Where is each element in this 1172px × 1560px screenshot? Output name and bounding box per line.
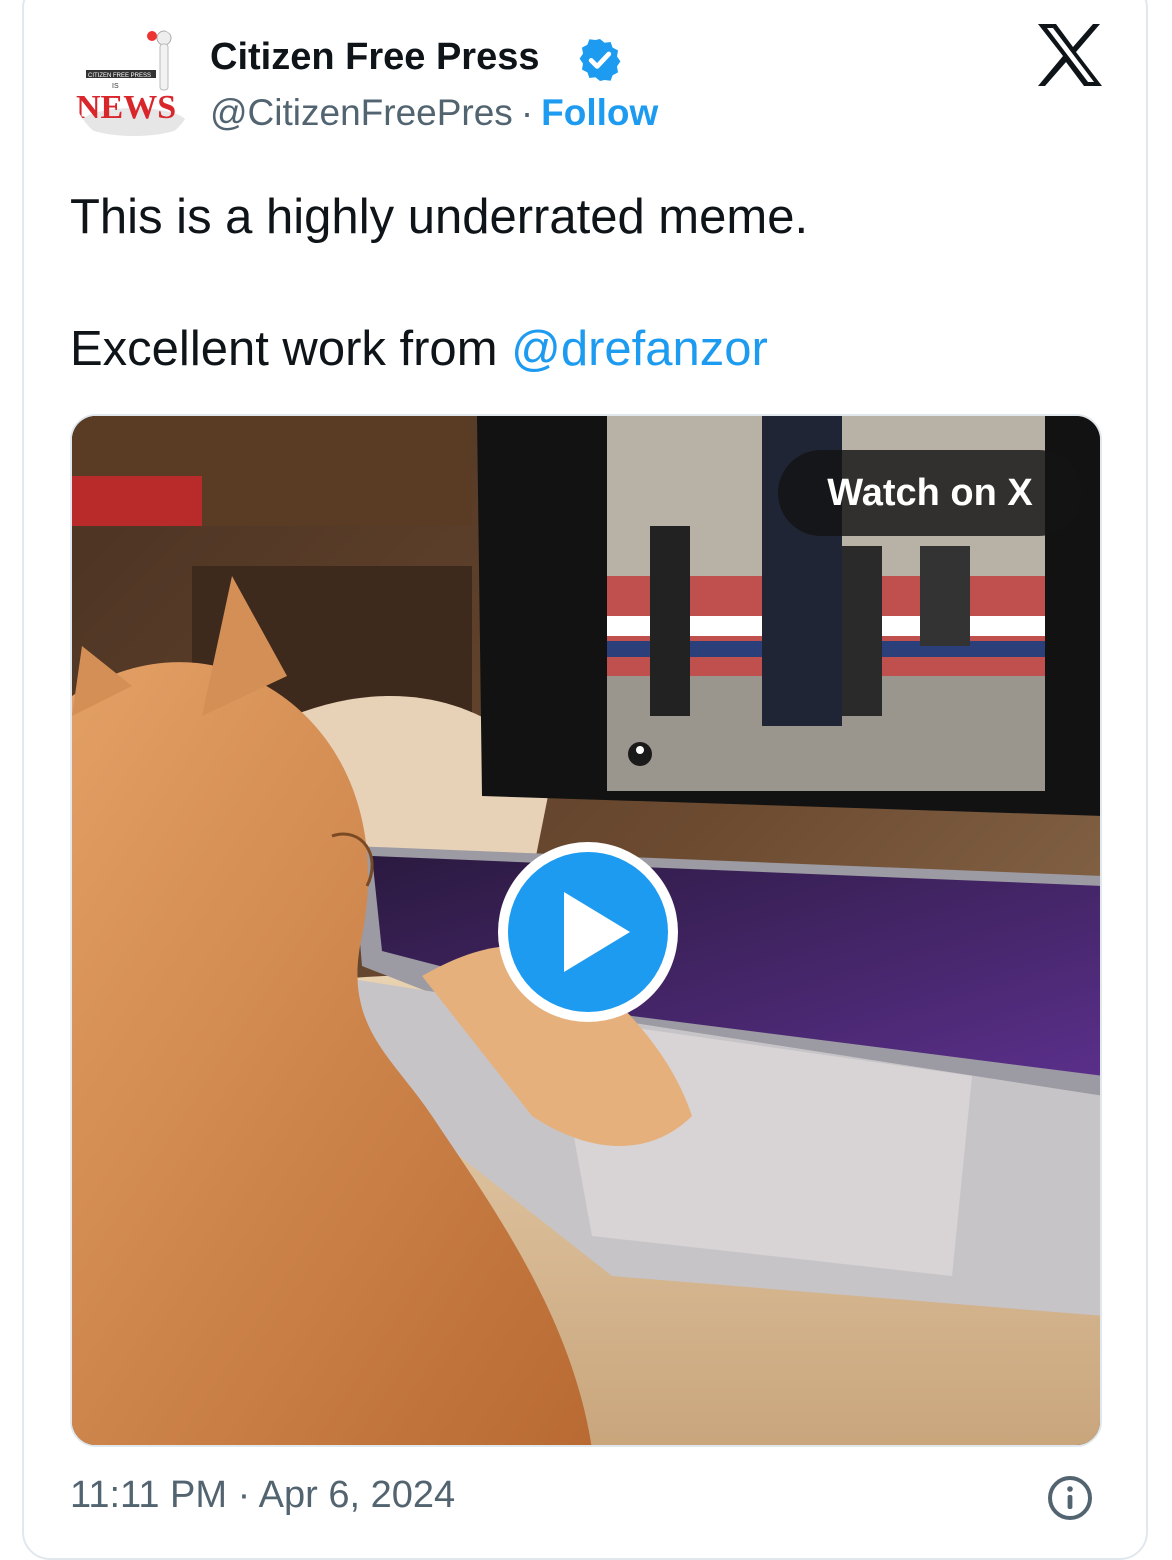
play-button-circle bbox=[508, 852, 668, 1012]
tweet-text-prefix: Excellent work from bbox=[70, 322, 512, 376]
play-icon bbox=[564, 892, 630, 972]
author-name[interactable]: Citizen Free Press bbox=[210, 36, 539, 79]
tweet-text-line1: This is a highly underrated meme. bbox=[70, 190, 809, 244]
author-handle[interactable]: @CitizenFreePres bbox=[210, 92, 513, 133]
svg-text:CITIZEN FREE PRESS: CITIZEN FREE PRESS bbox=[88, 73, 151, 79]
citizen-free-press-logo: CITIZEN FREE PRESS IS NEWS bbox=[72, 22, 196, 146]
follow-button[interactable]: Follow bbox=[541, 92, 658, 133]
verified-badge-icon bbox=[579, 39, 621, 81]
author-handle-row: @CitizenFreePres · Follow bbox=[210, 92, 658, 134]
svg-text:NEWS: NEWS bbox=[76, 89, 176, 126]
play-button[interactable] bbox=[498, 842, 678, 1022]
tweet-text-line2: Excellent work from @drefanzor bbox=[70, 318, 768, 380]
tweet-timestamp[interactable]: 11:11 PM · Apr 6, 2024 bbox=[70, 1474, 455, 1517]
mention-link[interactable]: @drefanzor bbox=[511, 322, 768, 376]
x-logo-icon[interactable] bbox=[1036, 24, 1102, 86]
info-icon[interactable] bbox=[1046, 1474, 1094, 1522]
watch-on-x-button[interactable]: Watch on X bbox=[778, 450, 1082, 536]
separator-dot: · bbox=[520, 92, 534, 133]
video-media[interactable]: Watch on X bbox=[70, 414, 1102, 1447]
author-avatar[interactable]: CITIZEN FREE PRESS IS NEWS bbox=[72, 22, 196, 146]
